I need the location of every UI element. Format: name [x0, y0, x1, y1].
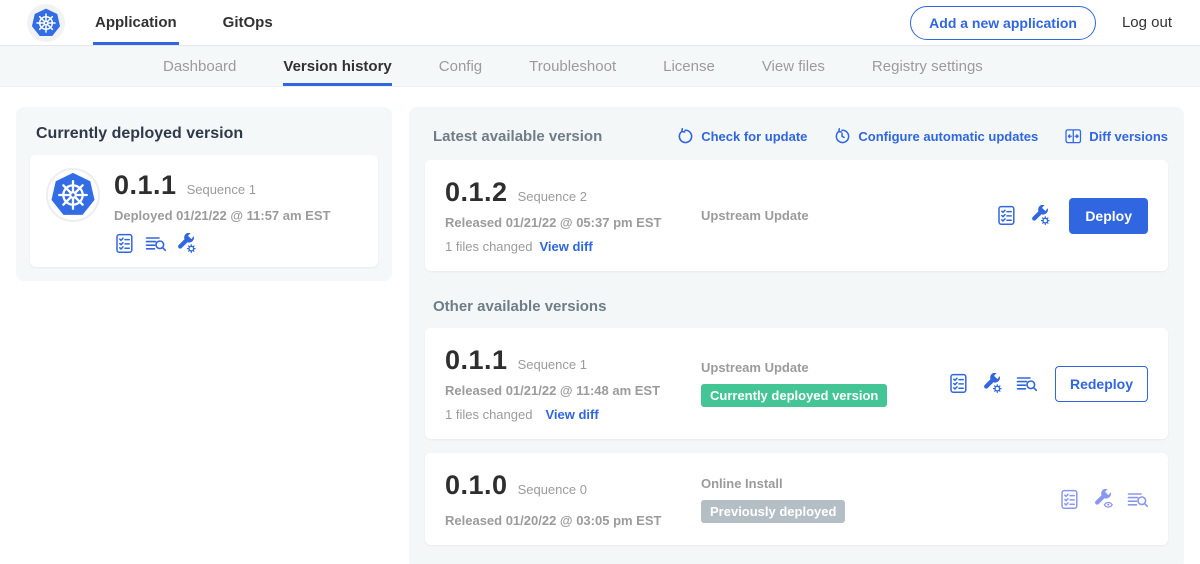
- version-source: Online Install Previously deployed: [701, 476, 1059, 523]
- main-content: Currently deployed version 0.1.1 Sequenc…: [0, 87, 1200, 564]
- version-info: 0.1.2 Sequence 2 Released 01/21/22 @ 05:…: [445, 177, 701, 254]
- logs-icon[interactable]: [1016, 373, 1037, 394]
- sequence-label: Sequence 1: [518, 357, 587, 372]
- version-source: Upstream Update Currently deployed versi…: [701, 360, 948, 407]
- redeploy-button[interactable]: Redeploy: [1055, 366, 1148, 402]
- subnav-view-files[interactable]: View files: [762, 46, 825, 86]
- deployed-app-logo: [46, 168, 100, 222]
- top-header: Application GitOps Add a new application…: [0, 0, 1200, 46]
- currently-deployed-title: Currently deployed version: [36, 125, 378, 143]
- version-source: Upstream Update: [701, 208, 996, 223]
- version-card-actions: [1059, 489, 1148, 510]
- other-versions-title: Other available versions: [433, 298, 1168, 315]
- release-notes-icon[interactable]: [948, 373, 969, 394]
- kubernetes-logo: [31, 8, 61, 38]
- version-number: 0.1.0: [445, 470, 508, 501]
- currently-deployed-badge: Currently deployed version: [701, 384, 887, 407]
- header-right: Add a new application Log out: [910, 0, 1172, 45]
- version-card-actions: Deploy: [996, 198, 1148, 234]
- deployed-version-card: 0.1.1 Sequence 1 Deployed 01/21/22 @ 11:…: [30, 155, 378, 267]
- app-logo: [27, 4, 65, 42]
- deployed-action-icons: [114, 233, 330, 254]
- deploy-button[interactable]: Deploy: [1069, 198, 1148, 234]
- version-actions: Check for update Configure automatic upd…: [677, 128, 1168, 145]
- release-notes-icon[interactable]: [1059, 489, 1080, 510]
- view-config-icon[interactable]: [1093, 489, 1114, 510]
- tab-gitops[interactable]: GitOps: [221, 0, 275, 45]
- add-application-button[interactable]: Add a new application: [910, 6, 1096, 40]
- deployed-sequence-label: Sequence 1: [187, 182, 256, 197]
- latest-version-header: Latest available version Check for updat…: [425, 117, 1168, 155]
- diff-versions-link[interactable]: Diff versions: [1065, 128, 1168, 145]
- app-subnav: Dashboard Version history Config Trouble…: [0, 46, 1200, 87]
- edit-config-icon[interactable]: [176, 233, 197, 254]
- subnav-version-history[interactable]: Version history: [283, 46, 391, 86]
- files-changed-label: 1 files changed: [445, 407, 532, 422]
- release-notes-icon[interactable]: [996, 205, 1017, 226]
- logs-icon[interactable]: [145, 233, 166, 254]
- configure-automatic-updates-label: Configure automatic updates: [858, 129, 1038, 144]
- subnav-license[interactable]: License: [663, 46, 715, 86]
- files-changed-label: 1 files changed: [445, 239, 532, 254]
- subnav-troubleshoot[interactable]: Troubleshoot: [529, 46, 616, 86]
- header-tabs: Application GitOps: [93, 0, 317, 45]
- version-card-0-1-0: 0.1.0 Sequence 0 Released 01/20/22 @ 03:…: [425, 453, 1168, 545]
- deployed-version-number: 0.1.1: [114, 170, 177, 201]
- sequence-label: Sequence 2: [518, 189, 587, 204]
- diff-icon: [1065, 128, 1082, 145]
- source-label: Upstream Update: [701, 208, 996, 223]
- auto-update-icon: [834, 128, 851, 145]
- version-history-panel: Latest available version Check for updat…: [409, 107, 1184, 564]
- version-card-0-1-2: 0.1.2 Sequence 2 Released 01/21/22 @ 05:…: [425, 160, 1168, 271]
- released-timestamp: Released 01/21/22 @ 11:48 am EST: [445, 383, 701, 398]
- source-label: Upstream Update: [701, 360, 948, 375]
- latest-version-title: Latest available version: [433, 128, 602, 145]
- subnav-config[interactable]: Config: [439, 46, 482, 86]
- version-card-actions: Redeploy: [948, 366, 1148, 402]
- released-timestamp: Released 01/21/22 @ 05:37 pm EST: [445, 215, 701, 230]
- deployed-timestamp: Deployed 01/21/22 @ 11:57 am EST: [114, 208, 330, 223]
- release-notes-icon[interactable]: [114, 233, 135, 254]
- deployed-version-info: 0.1.1 Sequence 1 Deployed 01/21/22 @ 11:…: [114, 168, 330, 254]
- version-info: 0.1.0 Sequence 0 Released 01/20/22 @ 03:…: [445, 470, 701, 528]
- check-update-icon: [677, 128, 694, 145]
- view-diff-link[interactable]: View diff: [539, 239, 592, 254]
- subnav-registry-settings[interactable]: Registry settings: [872, 46, 983, 86]
- logout-button[interactable]: Log out: [1122, 14, 1172, 31]
- subnav-dashboard[interactable]: Dashboard: [163, 46, 236, 86]
- view-diff-link[interactable]: View diff: [545, 407, 598, 422]
- check-for-update-link[interactable]: Check for update: [677, 128, 807, 145]
- version-number: 0.1.1: [445, 345, 508, 376]
- version-info: 0.1.1 Sequence 1 Released 01/21/22 @ 11:…: [445, 345, 701, 422]
- configure-automatic-updates-link[interactable]: Configure automatic updates: [834, 128, 1038, 145]
- edit-config-icon[interactable]: [982, 373, 1003, 394]
- edit-config-icon[interactable]: [1030, 205, 1051, 226]
- released-timestamp: Released 01/20/22 @ 03:05 pm EST: [445, 513, 701, 528]
- currently-deployed-panel: Currently deployed version 0.1.1 Sequenc…: [16, 107, 392, 281]
- sequence-label: Sequence 0: [518, 482, 587, 497]
- check-for-update-label: Check for update: [701, 129, 807, 144]
- version-number: 0.1.2: [445, 177, 508, 208]
- logs-icon[interactable]: [1127, 489, 1148, 510]
- tab-application[interactable]: Application: [93, 0, 179, 45]
- previously-deployed-badge: Previously deployed: [701, 500, 845, 523]
- source-label: Online Install: [701, 476, 1059, 491]
- version-card-0-1-1: 0.1.1 Sequence 1 Released 01/21/22 @ 11:…: [425, 328, 1168, 439]
- diff-versions-label: Diff versions: [1089, 129, 1168, 144]
- kubernetes-logo: [50, 172, 96, 218]
